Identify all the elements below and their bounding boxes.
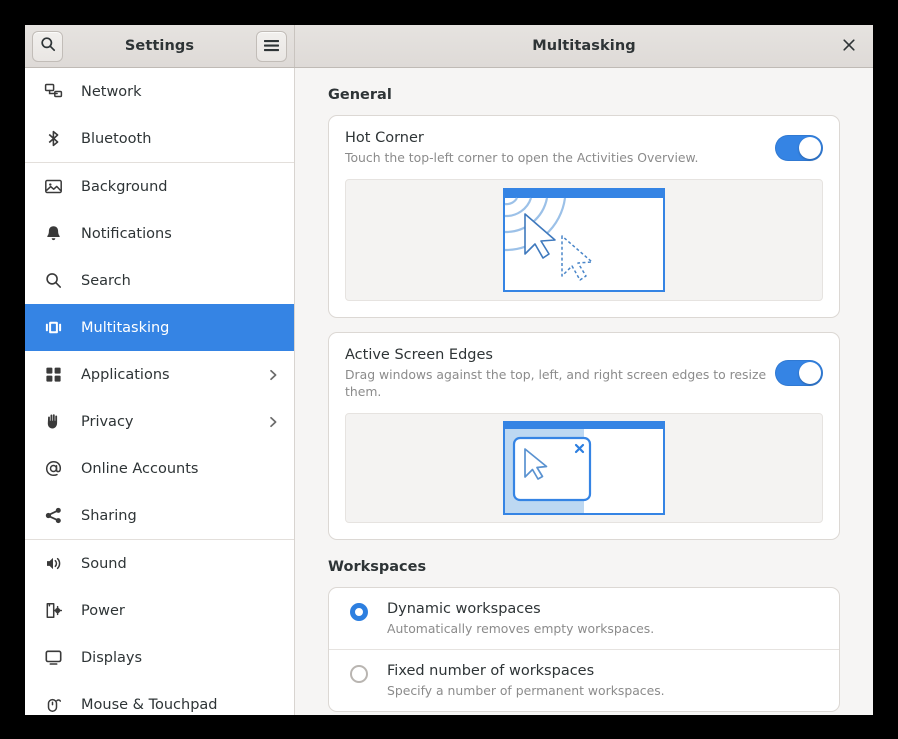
workspace-option-dynamic[interactable]: Dynamic workspaces Automatically removes… (329, 588, 839, 649)
active-screen-edges-row: Active Screen Edges Drag windows against… (329, 333, 839, 413)
active-screen-edges-text: Active Screen Edges Drag windows against… (345, 346, 775, 400)
close-window-button[interactable] (837, 34, 861, 58)
active-screen-edges-card: Active Screen Edges Drag windows against… (328, 332, 840, 540)
display-icon (43, 648, 63, 668)
sidebar-item-power[interactable]: Power (25, 587, 294, 634)
sidebar-item-bluetooth[interactable]: Bluetooth (25, 115, 294, 162)
toggle-knob (799, 136, 821, 159)
bell-icon (43, 224, 63, 244)
hot-corner-row: Hot Corner Touch the top-left corner to … (329, 116, 839, 179)
workspace-option-fixed-text: Fixed number of workspaces Specify a num… (387, 662, 665, 699)
background-icon (43, 177, 63, 197)
search-icon (43, 271, 63, 291)
workspace-option-fixed[interactable]: Fixed number of workspaces Specify a num… (329, 649, 839, 711)
sidebar-item-label: Notifications (81, 225, 172, 242)
sidebar-item-label: Bluetooth (81, 130, 152, 147)
workspace-option-fixed-subtitle: Specify a number of permanent workspaces… (387, 683, 665, 698)
hand-icon (43, 412, 63, 432)
mouse-icon (43, 695, 63, 715)
workspace-option-fixed-title: Fixed number of workspaces (387, 663, 595, 679)
hot-corner-toggle[interactable] (775, 134, 823, 161)
share-icon (43, 506, 63, 526)
applications-icon (43, 365, 63, 385)
sidebar-item-label: Sharing (81, 507, 137, 524)
sidebar-item-privacy[interactable]: Privacy (25, 398, 294, 445)
sidebar-item-displays[interactable]: Displays (25, 634, 294, 681)
radio-button-fixed[interactable] (350, 665, 368, 683)
active-screen-edges-subtitle: Drag windows against the top, left, and … (345, 367, 767, 399)
workspaces-card: Dynamic workspaces Automatically removes… (328, 587, 840, 712)
header-bar-sidebar-section: Settings (25, 25, 295, 67)
active-screen-edges-title: Active Screen Edges (345, 347, 493, 363)
chevron-right-icon (266, 368, 280, 382)
sidebar-item-label: Search (81, 272, 131, 289)
sidebar-item-online-accounts[interactable]: Online Accounts (25, 445, 294, 492)
search-button[interactable] (32, 30, 63, 62)
close-icon (842, 37, 856, 56)
header-bar: Settings Multitasking (25, 25, 873, 68)
window-body: Network Bluetooth Background Notificatio… (25, 68, 873, 715)
sidebar-item-applications[interactable]: Applications (25, 351, 294, 398)
hot-corner-card: Hot Corner Touch the top-left corner to … (328, 115, 840, 318)
header-bar-panel-section: Multitasking (295, 25, 873, 67)
sidebar-item-label: Applications (81, 366, 170, 383)
panel-title: Multitasking (532, 38, 636, 54)
radio-button-dynamic[interactable] (350, 603, 368, 621)
section-heading-general: General (328, 87, 392, 103)
hot-corner-diagram (503, 188, 665, 292)
hot-corner-subtitle: Touch the top-left corner to open the Ac… (345, 150, 699, 165)
main-menu-button[interactable] (256, 30, 287, 62)
screen-edges-diagram (503, 421, 665, 515)
sidebar-item-background[interactable]: Background (25, 163, 294, 210)
settings-sidebar: Network Bluetooth Background Notificatio… (25, 68, 295, 715)
workspace-option-dynamic-text: Dynamic workspaces Automatically removes… (387, 600, 654, 637)
sidebar-item-label: Network (81, 83, 142, 100)
sidebar-item-sharing[interactable]: Sharing (25, 492, 294, 539)
settings-window: Settings Multitasking Network Bluetooth … (25, 25, 873, 715)
sidebar-item-label: Power (81, 602, 125, 619)
hot-corner-text: Hot Corner Touch the top-left corner to … (345, 129, 775, 166)
section-heading-workspaces: Workspaces (328, 559, 427, 575)
bluetooth-icon (43, 129, 63, 149)
multitasking-icon (43, 318, 63, 338)
sidebar-item-label: Background (81, 178, 168, 195)
sidebar-item-mouse-touchpad[interactable]: Mouse & Touchpad (25, 681, 294, 715)
sidebar-item-label: Privacy (81, 413, 134, 430)
toggle-knob (799, 362, 821, 384)
sidebar-item-notifications[interactable]: Notifications (25, 210, 294, 257)
battery-icon (43, 601, 63, 621)
sidebar-item-search[interactable]: Search (25, 257, 294, 304)
active-screen-edges-toggle[interactable] (775, 360, 823, 386)
chevron-right-icon (266, 415, 280, 429)
network-icon (43, 82, 63, 102)
search-icon (40, 36, 56, 56)
sidebar-item-label: Displays (81, 649, 143, 666)
sidebar-item-network[interactable]: Network (25, 68, 294, 115)
sidebar-item-label: Sound (81, 555, 127, 572)
sidebar-item-label: Online Accounts (81, 460, 199, 477)
sidebar-item-multitasking[interactable]: Multitasking (25, 304, 294, 351)
at-sign-icon (43, 459, 63, 479)
sidebar-item-label: Mouse & Touchpad (81, 696, 218, 713)
active-screen-edges-illustration (345, 413, 823, 523)
sidebar-item-sound[interactable]: Sound (25, 540, 294, 587)
sidebar-item-label: Multitasking (81, 319, 170, 336)
hamburger-menu-icon (263, 37, 280, 56)
workspace-option-dynamic-title: Dynamic workspaces (387, 601, 541, 617)
speaker-icon (43, 554, 63, 574)
app-title: Settings (124, 38, 195, 54)
workspace-option-dynamic-subtitle: Automatically removes empty workspaces. (387, 621, 655, 636)
hot-corner-title: Hot Corner (345, 130, 424, 146)
settings-content-panel: General Hot Corner Touch the top-left co… (295, 68, 873, 715)
hot-corner-illustration (345, 179, 823, 301)
